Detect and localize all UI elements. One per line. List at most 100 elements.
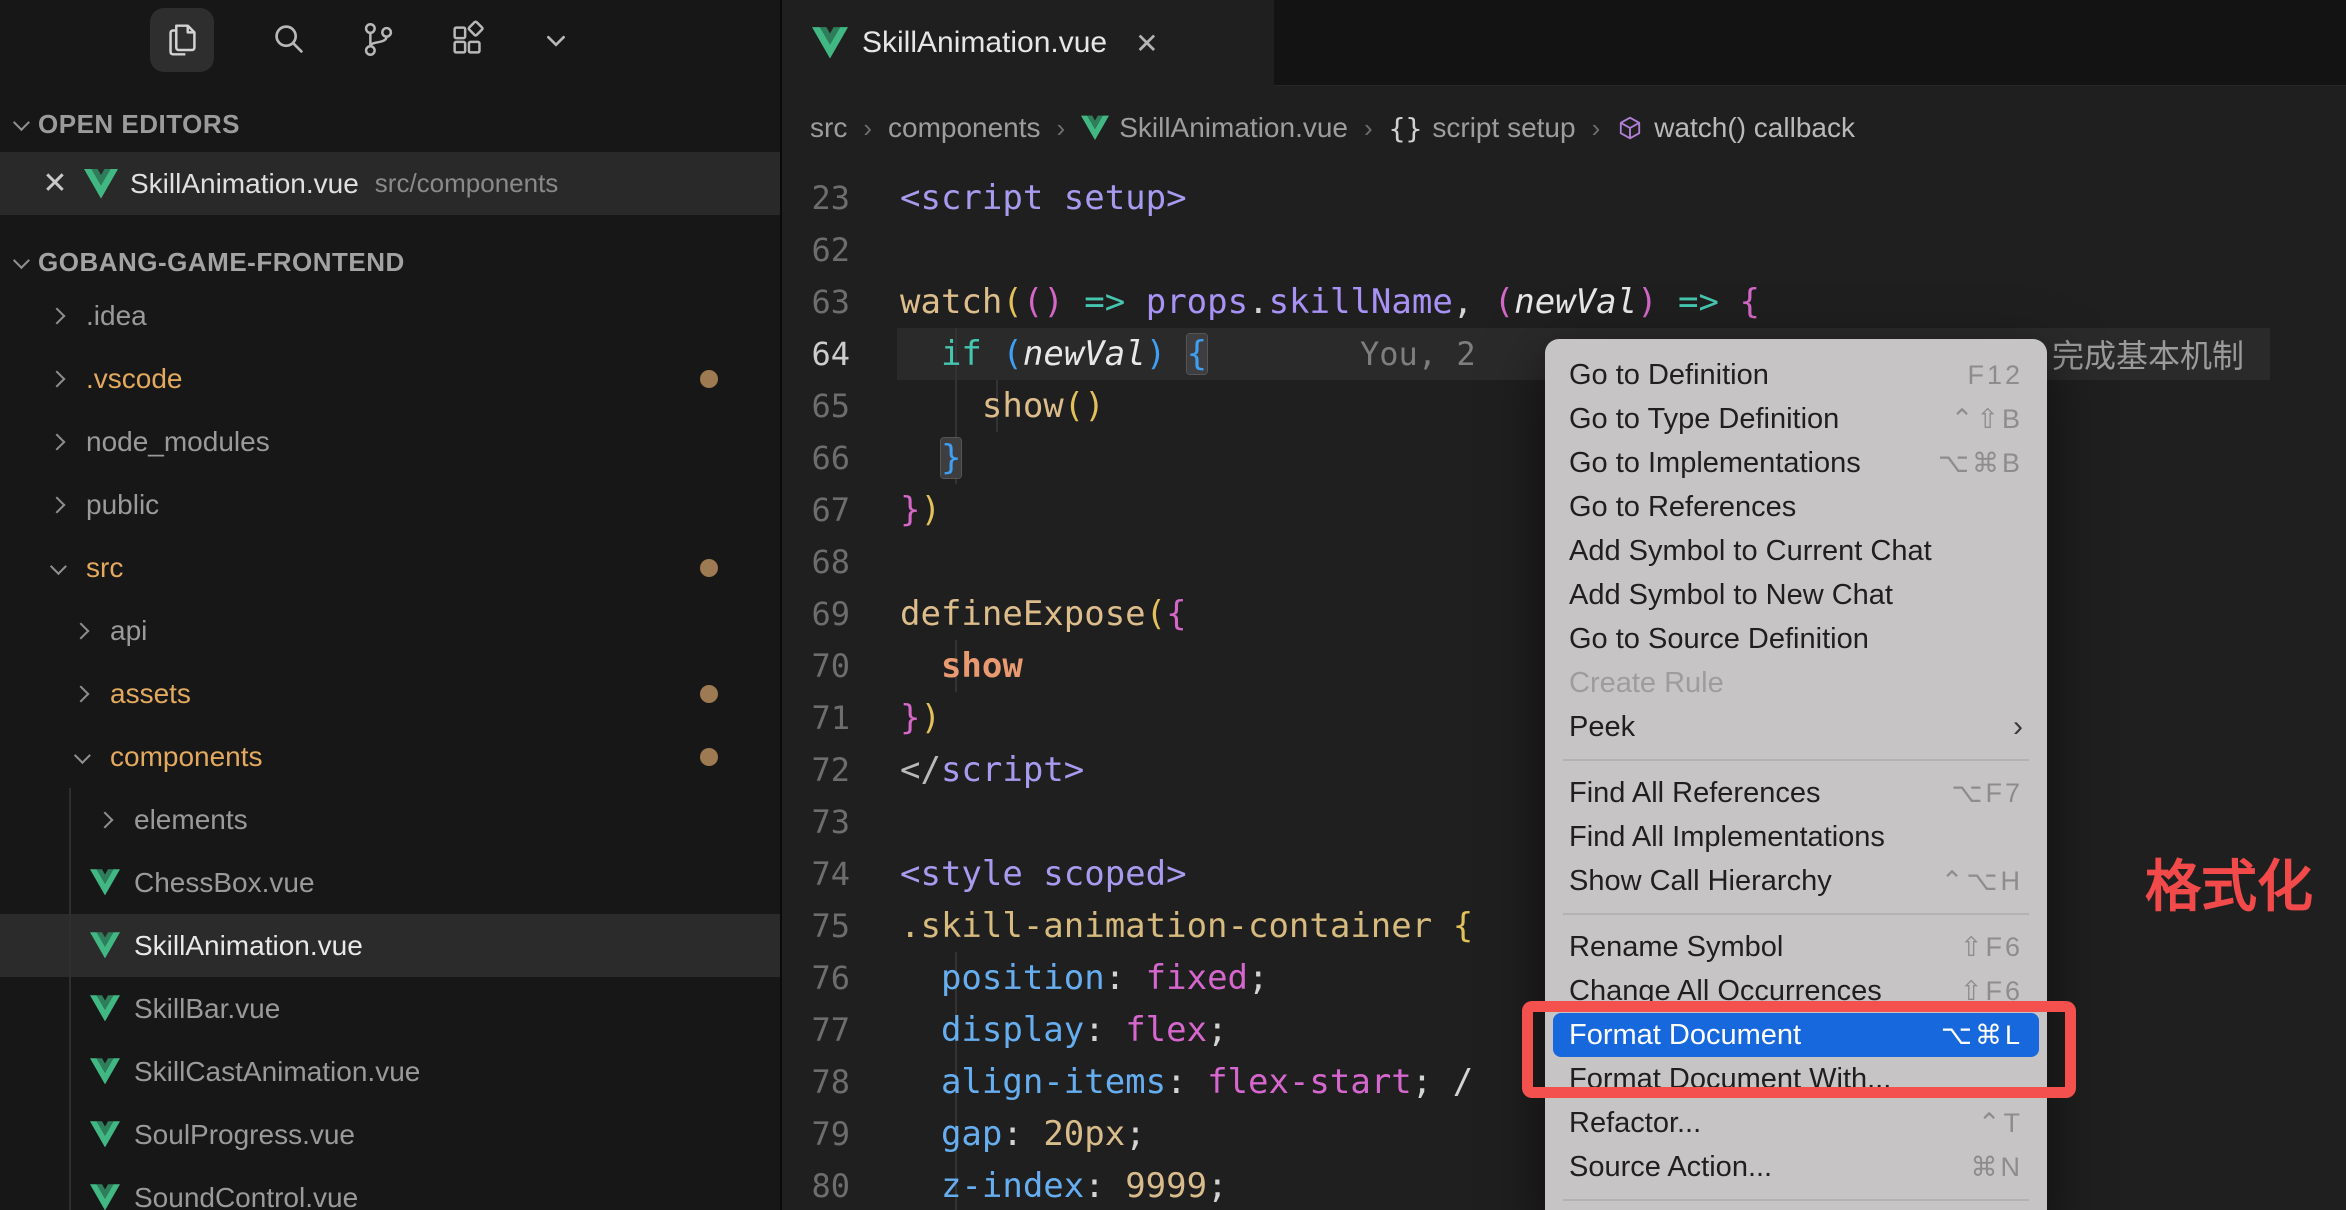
chevron-right-icon <box>64 625 98 637</box>
menu-item-go-to-definition[interactable]: Go to DefinitionF12 <box>1553 353 2039 397</box>
menu-item-show-call-hierarchy[interactable]: Show Call Hierarchy⌃⌥H <box>1553 859 2039 903</box>
project-header[interactable]: GOBANG-GAME-FRONTEND <box>0 240 782 284</box>
menu-item-label: Go to Implementations <box>1569 447 1861 480</box>
breadcrumb-separator-icon: › <box>863 113 872 144</box>
modified-dot-icon <box>700 559 718 577</box>
annotation-label: 格式化 <box>2145 842 2313 923</box>
line-number: 65 <box>782 387 900 425</box>
line-number: 76 <box>782 959 900 997</box>
breadcrumb-item-label: components <box>888 112 1041 144</box>
tree-item-components[interactable]: components <box>0 725 782 788</box>
menu-item-find-all-references[interactable]: Find All References⌥F7 <box>1553 771 2039 815</box>
tree-item-elements[interactable]: elements <box>0 788 782 851</box>
code-line-text: display: flex; <box>900 1010 1228 1050</box>
search-icon[interactable] <box>257 8 321 72</box>
menu-item-go-to-references[interactable]: Go to References <box>1553 485 2039 529</box>
vue-icon <box>90 1121 120 1148</box>
chevron-down-icon <box>13 114 30 131</box>
menu-item-refactor[interactable]: Refactor...⌃T <box>1553 1101 2039 1145</box>
chevron-right-icon <box>40 499 74 511</box>
chevron-down-icon[interactable] <box>524 8 588 72</box>
menu-item-label: Go to Type Definition <box>1569 403 1839 436</box>
code-line-23[interactable]: 23<script setup> <box>782 172 2346 224</box>
code-line-62[interactable]: 62 <box>782 224 2346 276</box>
menu-item-go-to-source-definition[interactable]: Go to Source Definition <box>1553 617 2039 661</box>
vue-icon <box>88 1121 122 1148</box>
cube-icon <box>1616 115 1644 141</box>
extensions-icon[interactable] <box>436 8 500 72</box>
menu-item-shortcut: ⇧F6 <box>1960 932 2023 963</box>
tree-item--vscode[interactable]: .vscode <box>0 347 782 410</box>
breadcrumb-item-script-setup[interactable]: {}script setup <box>1389 112 1576 145</box>
line-number: 68 <box>782 543 900 581</box>
tree-item-skillbar-vue[interactable]: SkillBar.vue <box>0 977 782 1040</box>
tree-item-skillanimation-vue[interactable]: SkillAnimation.vue <box>0 914 782 977</box>
chevron-down-icon <box>64 751 98 763</box>
line-number: 66 <box>782 439 900 477</box>
breadcrumb-item-src[interactable]: src <box>810 112 847 144</box>
menu-item-label: Add Symbol to New Chat <box>1569 579 1893 612</box>
menu-item-add-symbol-to-new-chat[interactable]: Add Symbol to New Chat <box>1553 573 2039 617</box>
tree-item-soulprogress-vue[interactable]: SoulProgress.vue <box>0 1103 782 1166</box>
vue-icon <box>88 1058 122 1085</box>
explorer-icon[interactable] <box>150 8 214 72</box>
open-editors-header[interactable]: OPEN EDITORS <box>0 102 782 146</box>
tree-item-assets[interactable]: assets <box>0 662 782 725</box>
line-number: 64 <box>782 335 900 373</box>
menu-item-go-to-implementations[interactable]: Go to Implementations ⌥⌘B <box>1553 441 2039 485</box>
vue-icon <box>84 169 118 199</box>
tree-item-chessbox-vue[interactable]: ChessBox.vue <box>0 851 782 914</box>
breadcrumb: src›components›SkillAnimation.vue›{}scri… <box>782 86 2346 170</box>
vue-icon <box>88 869 122 896</box>
tree-item-label: .vscode <box>86 363 183 395</box>
menu-item-peek[interactable]: Peek› <box>1553 705 2039 749</box>
menu-item-go-to-type-definition[interactable]: Go to Type Definition⌃⇧B <box>1553 397 2039 441</box>
menu-item-rename-symbol[interactable]: Rename Symbol ⇧F6 <box>1553 925 2039 969</box>
menu-item-shortcut: ⌥⌘B <box>1938 448 2023 479</box>
tree-item-label: SkillCastAnimation.vue <box>134 1056 420 1088</box>
tree-item-node-modules[interactable]: node_modules <box>0 410 782 473</box>
tree-item--idea[interactable]: .idea <box>0 284 782 347</box>
code-line-63[interactable]: 63watch(() => props.skillName, (newVal) … <box>782 276 2346 328</box>
breadcrumb-item-watch-callback[interactable]: watch() callback <box>1616 112 1855 144</box>
menu-item-find-all-implementations[interactable]: Find All Implementations <box>1553 815 2039 859</box>
tree-item-label: assets <box>110 678 191 710</box>
menu-item-label: Rename Symbol <box>1569 931 1783 964</box>
breadcrumb-item-skillanimation-vue[interactable]: SkillAnimation.vue <box>1081 112 1348 144</box>
menu-item-source-action[interactable]: Source Action...⌘N <box>1553 1145 2039 1189</box>
menu-separator <box>1563 759 2029 761</box>
tree-item-src[interactable]: src <box>0 536 782 599</box>
tree-item-public[interactable]: public <box>0 473 782 536</box>
menu-item-shortcut: ⌃⌥H <box>1941 866 2023 897</box>
close-icon[interactable]: ✕ <box>40 166 70 201</box>
line-number: 70 <box>782 647 900 685</box>
git-blame-message: 完成基本机制 <box>2052 328 2244 380</box>
activity-bar <box>0 0 782 96</box>
menu-item-add-symbol-to-current-chat[interactable]: Add Symbol to Current Chat <box>1553 529 2039 573</box>
tree-item-api[interactable]: api <box>0 599 782 662</box>
tree-item-soundcontrol-vue[interactable]: SoundControl.vue <box>0 1166 782 1210</box>
line-number: 62 <box>782 231 900 269</box>
annotation-box <box>1522 1001 2076 1098</box>
tree-item-label: src <box>86 552 123 584</box>
menu-item-label: Find All References <box>1569 777 1820 810</box>
open-editor-item[interactable]: ✕ SkillAnimation.vue src/components <box>0 152 782 215</box>
modified-dot-icon <box>700 370 718 388</box>
tree-item-label: node_modules <box>86 426 270 458</box>
breadcrumb-item-label: script setup <box>1432 112 1575 144</box>
modified-dot-icon <box>700 748 718 766</box>
open-editor-path: src/components <box>375 168 559 199</box>
breadcrumb-separator-icon: › <box>1364 113 1373 144</box>
menu-item-label: Find All Implementations <box>1569 821 1885 854</box>
breadcrumb-item-components[interactable]: components <box>888 112 1041 144</box>
menu-item-label: Create Rule <box>1569 667 1724 700</box>
chevron-right-icon <box>40 373 74 385</box>
vue-icon <box>88 932 122 959</box>
tab-skillanimation[interactable]: SkillAnimation.vue ✕ <box>782 0 1274 86</box>
close-icon[interactable]: ✕ <box>1135 27 1158 60</box>
menu-item-label: Go to References <box>1569 491 1796 524</box>
tree-item-label: public <box>86 489 159 521</box>
indent-guide <box>69 788 71 1210</box>
source-control-icon[interactable] <box>346 8 410 72</box>
tree-item-skillcastanimation-vue[interactable]: SkillCastAnimation.vue <box>0 1040 782 1103</box>
